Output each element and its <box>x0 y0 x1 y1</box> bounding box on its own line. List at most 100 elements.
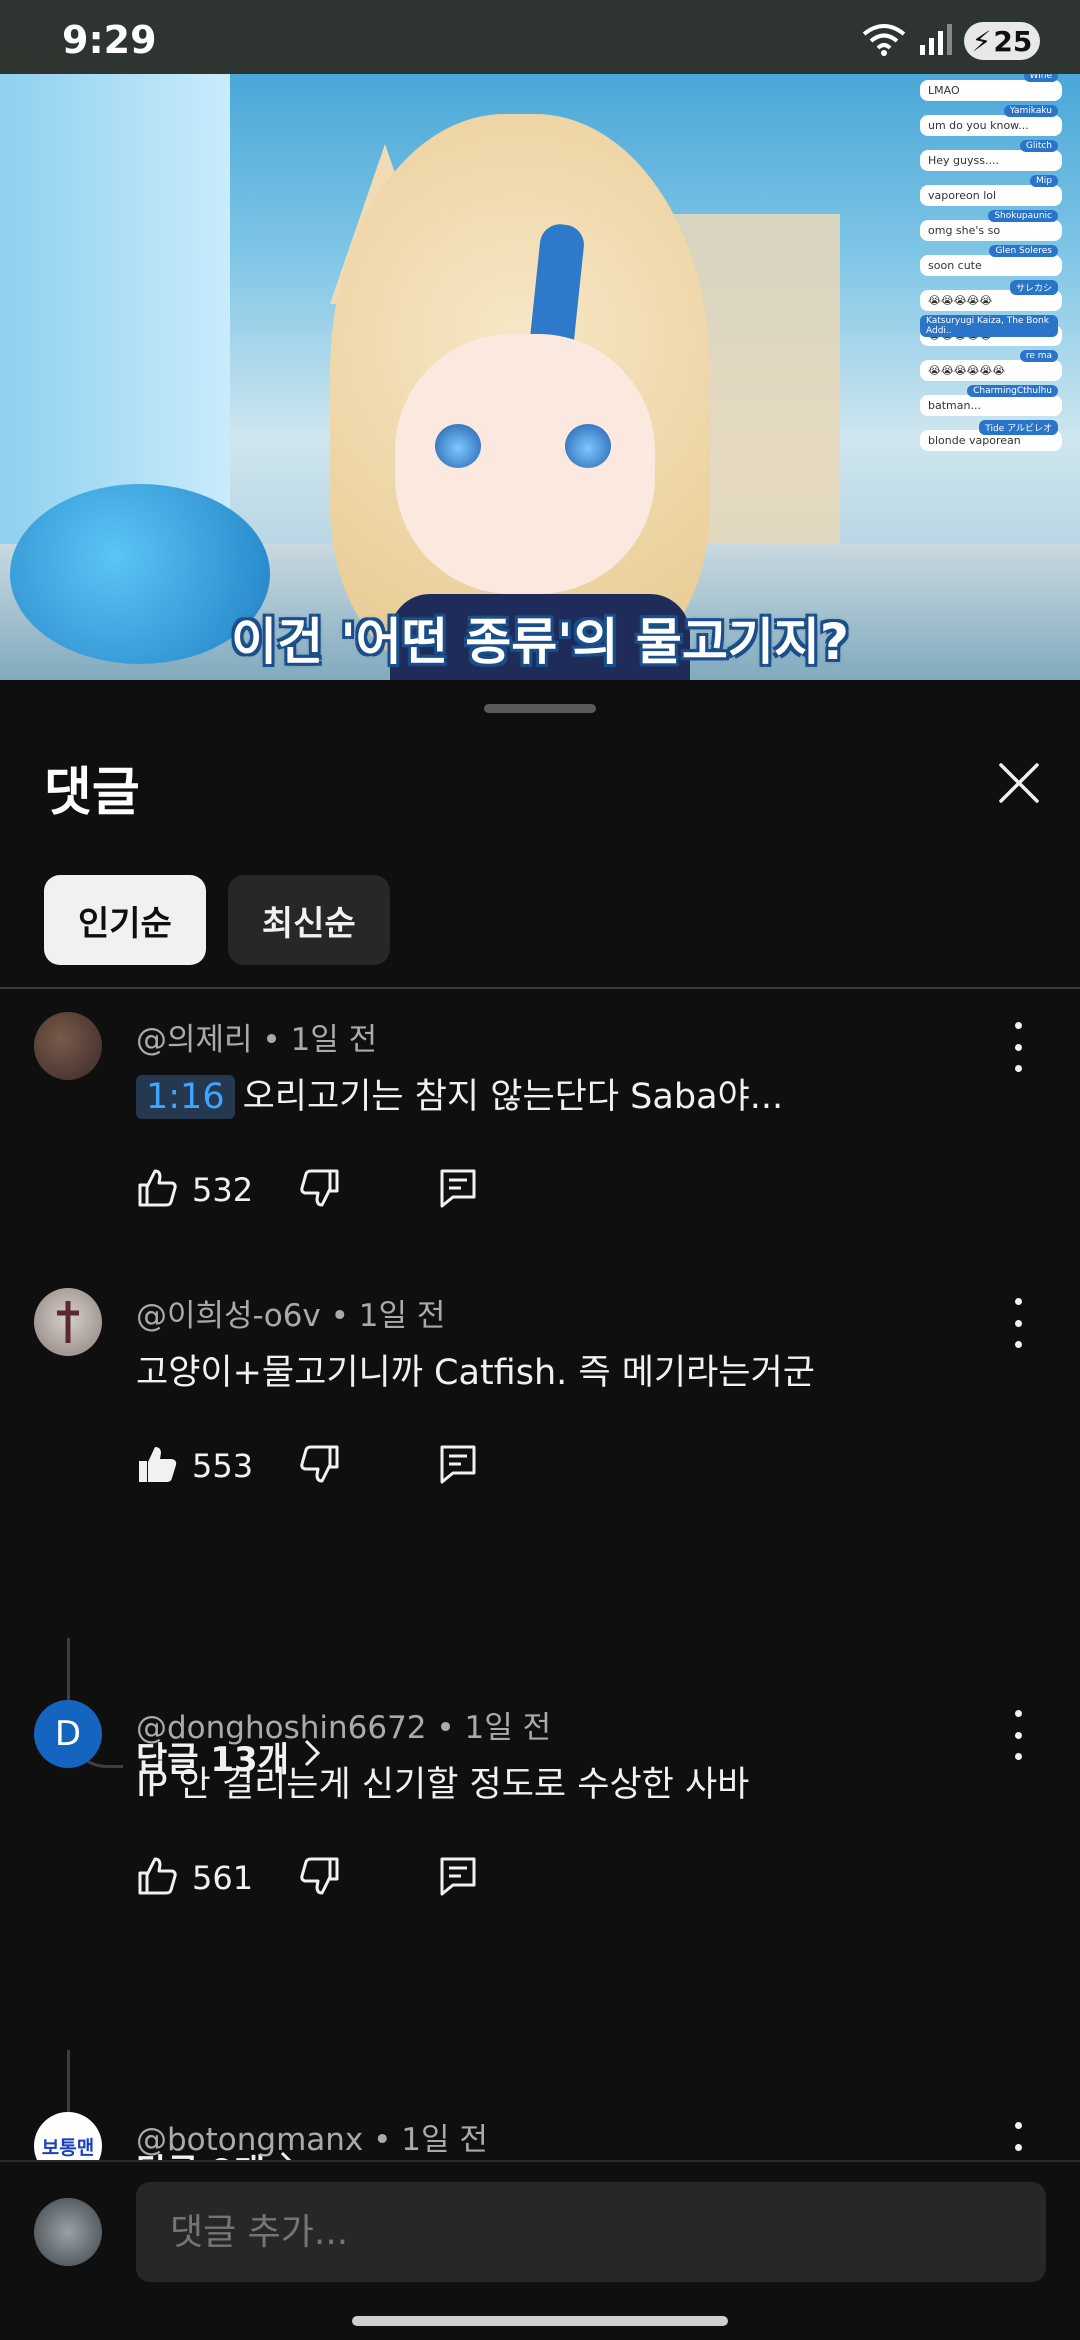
chat-author: Shokupaunic <box>988 210 1058 222</box>
chat-author: Tide アルビレオ <box>979 420 1058 435</box>
more-options-button[interactable] <box>1008 2122 1028 2160</box>
chip-newest[interactable]: 최신순 <box>227 875 390 965</box>
chat-author: Mip <box>1030 175 1058 187</box>
comment-meta: @의제리 • 1일 전 <box>136 1014 377 1059</box>
divider <box>0 987 1080 989</box>
comment-item: @의제리 • 1일 전 1:16 오리고기는 참지 않는단다 Saba야... 5… <box>0 1012 1080 1212</box>
meta-separator: • <box>373 2122 402 2158</box>
chip-top[interactable]: 인기순 <box>44 875 206 965</box>
status-bar: 9:29 ⚡ 25 <box>0 0 1080 74</box>
chat-text: um do you know... <box>928 119 1029 132</box>
chat-text: Hey guyss.... <box>928 154 999 167</box>
comment-body: 오리고기는 참지 않는단다 Saba야... <box>242 1077 784 1117</box>
video-player[interactable]: Wine LMAO Yamikaku um do you know... Glitch H… <box>0 74 1080 680</box>
clock: 9:29 <box>62 18 157 62</box>
wifi-icon <box>862 22 906 60</box>
chat-text: 😭😭😭😭😭😭 <box>928 364 1006 377</box>
dislike-button[interactable] <box>299 1856 341 1900</box>
chat-author: Yamikaku <box>1003 105 1058 117</box>
more-options-button[interactable] <box>1008 1710 1028 1760</box>
more-options-button[interactable] <box>1008 1298 1028 1348</box>
dislike-button[interactable] <box>299 1168 341 1212</box>
comment-time: 1일 전 <box>401 2122 488 2158</box>
avatar[interactable] <box>34 1288 102 1356</box>
thumbs-up-icon <box>136 1856 178 1900</box>
like-count: 532 <box>192 1171 254 1209</box>
chat-text: 😭😭😭😭😭 <box>928 294 993 307</box>
reply-button[interactable] <box>439 1168 477 1212</box>
chat-text: soon cute <box>928 259 982 272</box>
close-icon <box>997 761 1041 809</box>
reply-button[interactable] <box>439 1856 477 1900</box>
reply-icon <box>439 1856 477 1900</box>
like-button[interactable]: 553 <box>136 1444 253 1488</box>
chat-author: Wine <box>1023 74 1058 82</box>
chat-message: CharmingCthulhu batman... <box>920 385 1062 416</box>
more-options-button[interactable] <box>1008 1022 1028 1072</box>
comment-meta: @donghoshin6672 • 1일 전 <box>136 1702 551 1747</box>
comment-author[interactable]: @의제리 <box>136 1022 253 1058</box>
like-button[interactable]: 532 <box>136 1168 253 1212</box>
avatar[interactable]: D <box>34 1700 102 1768</box>
character-face <box>395 334 655 594</box>
chat-author: サレカシ <box>1009 280 1058 295</box>
like-count: 561 <box>192 1859 254 1897</box>
reply-icon <box>439 1444 477 1488</box>
meta-separator: • <box>330 1298 359 1334</box>
comment-author[interactable]: @donghoshin6672 <box>136 1710 427 1746</box>
thumbs-down-icon <box>299 1168 341 1212</box>
chat-text: LMAO <box>928 84 960 97</box>
chat-message: Yamikaku um do you know... <box>920 105 1062 136</box>
comment-actions: 532 <box>136 1168 477 1212</box>
dislike-button[interactable] <box>299 1444 341 1488</box>
chat-message: Wine LMAO <box>920 74 1062 101</box>
avatar[interactable]: 보통맨 <box>34 2112 102 2160</box>
add-comment-input[interactable] <box>136 2182 1046 2282</box>
like-count: 553 <box>192 1447 254 1485</box>
drag-handle[interactable] <box>484 704 596 713</box>
chat-message: Katsuryugi Kaiza, The Bonk Addi..😭😭😭😭😭 <box>920 315 1062 346</box>
video-subtitle: 이건 '어떤 종류'의 물고기지? <box>231 613 849 671</box>
timestamp-link[interactable]: 1:16 <box>136 1075 235 1119</box>
chat-message: Tide アルビレオ blonde vaporean <box>920 420 1062 451</box>
charging-icon: ⚡ <box>971 24 992 58</box>
comments-sheet: 댓글 인기순 최신순 @의제리 • 1일 전 1:16 오리고기는 참지 않는단다… <box>0 680 1080 2340</box>
avatar[interactable] <box>34 1012 102 1080</box>
comment-item: D @donghoshin6672 • 1일 전 IP 안 걸리는게 신기할 정… <box>0 1700 1080 2030</box>
chat-author: Glen Soleres <box>989 245 1058 257</box>
comment-item: 보통맨 @botongmanx • 1일 전 <box>0 2112 1080 2160</box>
chat-message: Glitch Hey guyss.... <box>920 140 1062 171</box>
my-avatar <box>34 2198 102 2266</box>
character-eye-right <box>565 424 611 468</box>
character-eye-left <box>435 424 481 468</box>
chat-message: サレカシ 😭😭😭😭😭 <box>920 280 1062 311</box>
comment-actions: 553 <box>136 1444 477 1488</box>
comment-author[interactable]: @botongmanx <box>136 2122 363 2158</box>
comment-time: 1일 전 <box>290 1022 378 1058</box>
thumbs-up-icon <box>136 1168 178 1212</box>
comment-text: 1:16 오리고기는 참지 않는단다 Saba야... <box>136 1068 783 1119</box>
live-chat-overlay: Wine LMAO Yamikaku um do you know... Glitch H… <box>902 74 1062 674</box>
comment-time: 1일 전 <box>464 1710 552 1746</box>
meta-separator: • <box>262 1022 291 1058</box>
chat-message: Glen Soleres soon cute <box>920 245 1062 276</box>
comment-body: 고양이+물고기니까 Catfish. 즉 메기라는거군 <box>136 1353 815 1393</box>
comment-time: 1일 전 <box>358 1298 446 1334</box>
comment-author[interactable]: @이희성-o6v <box>136 1298 321 1334</box>
reply-button[interactable] <box>439 1444 477 1488</box>
sort-chips: 인기순 최신순 <box>44 875 390 965</box>
chat-author: re ma <box>1019 350 1058 362</box>
signal-icon <box>918 23 952 59</box>
comment-item: @이희성-o6v • 1일 전 고양이+물고기니까 Catfish. 즉 메기라… <box>0 1288 1080 1618</box>
chat-message: Shokupaunic omg she's so <box>920 210 1062 241</box>
like-button[interactable]: 561 <box>136 1856 253 1900</box>
home-indicator[interactable] <box>352 2316 728 2326</box>
chat-message: re ma 😭😭😭😭😭😭 <box>920 350 1062 381</box>
chat-text: blonde vaporean <box>928 434 1021 447</box>
battery-indicator: ⚡ 25 <box>964 22 1040 60</box>
close-button[interactable] <box>984 750 1054 820</box>
thumbs-down-icon <box>299 1444 341 1488</box>
comment-body: IP 안 걸리는게 신기할 정도로 수상한 사바 <box>136 1765 750 1805</box>
thumbs-up-filled-icon <box>136 1444 178 1488</box>
chat-message: Mip vaporeon lol <box>920 175 1062 206</box>
